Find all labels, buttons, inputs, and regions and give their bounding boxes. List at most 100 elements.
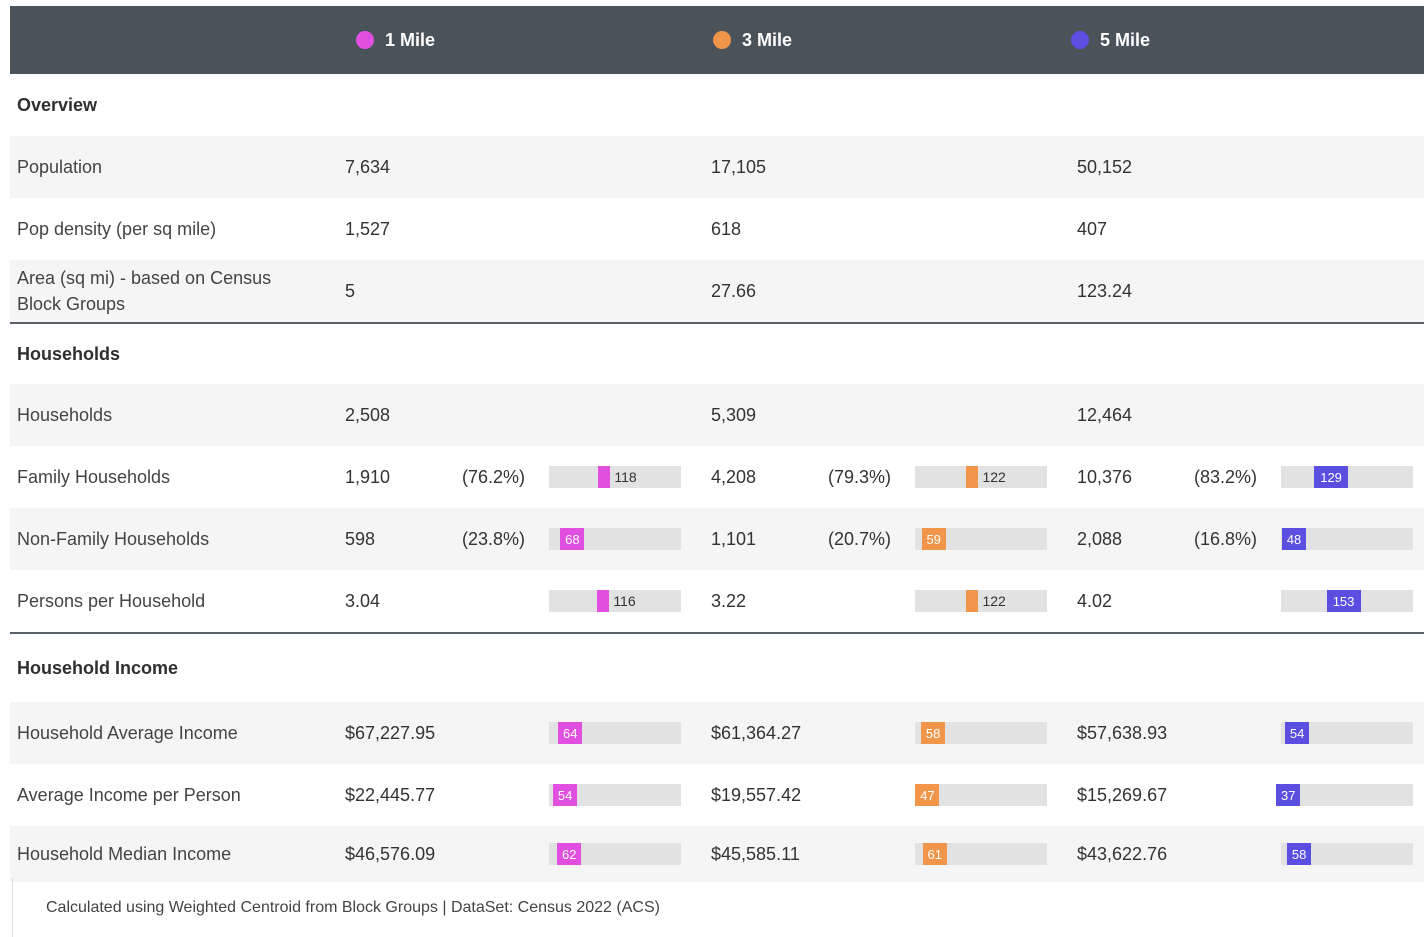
index-bar-track	[1281, 784, 1413, 806]
index-bar-track	[915, 466, 1047, 488]
index-bar-fill	[598, 466, 611, 488]
index-value: 59	[921, 528, 946, 550]
table-row: Area (sq mi) - based on Census Block Gro…	[10, 260, 1424, 322]
index-bar: 58	[915, 722, 1047, 744]
index-value: 153	[1326, 590, 1361, 612]
index-bar: 122	[915, 590, 1047, 612]
header-3-mile: 3 Mile	[713, 6, 792, 74]
table-row: Household Median Income $46,576.09 62 $45,5…	[10, 826, 1424, 882]
index-value: 58	[1287, 843, 1312, 865]
value-1-mile: 1,910	[345, 466, 391, 487]
index-bar: 61	[915, 843, 1047, 865]
value-5-mile: 2,088	[1077, 528, 1123, 549]
table-row: Population 7,634 17,105 50,152	[10, 136, 1424, 198]
value-5-mile: 50,152	[1077, 156, 1133, 177]
index-bar-fill	[966, 590, 979, 612]
index-bar: 37	[1276, 784, 1413, 806]
row-label: Population	[17, 157, 103, 177]
row-label: Pop density (per sq mile)	[17, 219, 217, 239]
header-1-mile: 1 Mile	[356, 6, 435, 74]
value-5-mile: $57,638.93	[1077, 722, 1168, 743]
index-value: 54	[1285, 722, 1310, 744]
index-value: 37	[1276, 784, 1301, 806]
section-title: Households	[17, 343, 121, 364]
index-bar: 153	[1281, 590, 1413, 612]
value-1-mile: 7,634	[345, 156, 391, 177]
index-value: 122	[982, 469, 1006, 485]
table-row: Households 2,508 5,309 12,464	[10, 384, 1424, 446]
value-5-mile: 123.24	[1077, 280, 1133, 301]
value-1-mile: $46,576.09	[345, 843, 436, 864]
legend-dot-5-mile	[1071, 31, 1089, 49]
index-bar: 54	[1281, 722, 1413, 744]
demographics-table: 1 Mile 3 Mile 5 Mile Overview Population…	[10, 6, 1424, 882]
value-3-mile: 1,101	[711, 528, 757, 549]
index-bar: 64	[549, 722, 681, 744]
header-5-mile: 5 Mile	[1071, 6, 1150, 74]
value-1-mile: $22,445.77	[345, 784, 436, 805]
index-bar: 54	[549, 784, 681, 806]
index-bar: 122	[915, 466, 1047, 488]
table-row: Pop density (per sq mile) 1,527 618 407	[10, 198, 1424, 260]
table-row: Household Average Income $67,227.95 64 $61,…	[10, 702, 1424, 764]
footer-note: Calculated using Weighted Centroid from …	[12, 878, 1413, 937]
value-3-mile: 5,309	[711, 404, 757, 425]
value-1-mile: 1,527	[345, 218, 391, 239]
section-overview: Overview	[10, 74, 1424, 136]
value-5-mile: 407	[1077, 218, 1108, 239]
value-1-mile: 3.04	[345, 590, 381, 611]
value-3-mile: $61,364.27	[711, 722, 802, 743]
index-bar-track	[915, 590, 1047, 612]
index-bar: 116	[549, 590, 681, 612]
percent-1-mile: (23.8%)	[462, 528, 526, 549]
value-1-mile: 5	[345, 280, 356, 301]
value-3-mile: 4,208	[711, 466, 757, 487]
index-bar: 58	[1281, 843, 1413, 865]
header-label: 1 Mile	[385, 29, 436, 50]
row-label: Non-Family Households	[17, 529, 210, 549]
index-value: 122	[982, 593, 1006, 609]
percent-3-mile: (79.3%)	[828, 466, 892, 487]
value-1-mile: 2,508	[345, 404, 391, 425]
index-value: 61	[922, 843, 947, 865]
header-label: 3 Mile	[742, 29, 793, 50]
index-value: 62	[557, 843, 582, 865]
table-row: Family Households 1,910 (76.2%) 118 4,208 (79…	[10, 446, 1424, 508]
value-5-mile: 12,464	[1077, 404, 1133, 425]
index-value: 116	[613, 593, 636, 609]
value-3-mile: $19,557.42	[711, 784, 802, 805]
index-bar: 118	[549, 466, 681, 488]
index-value: 54	[553, 784, 578, 806]
value-3-mile: 3.22	[711, 590, 747, 611]
percent-5-mile: (83.2%)	[1194, 466, 1258, 487]
row-label: Family Households	[17, 467, 171, 487]
percent-1-mile: (76.2%)	[462, 466, 526, 487]
percent-5-mile: (16.8%)	[1194, 528, 1258, 549]
row-label: Area (sq mi) - based on Census Block Gro…	[17, 268, 272, 314]
section-title: Household Income	[17, 657, 179, 678]
legend-dot-3-mile	[713, 31, 731, 49]
value-3-mile: 618	[711, 218, 742, 239]
table-row: Persons per Household 3.04 116 3.22 122 4.02 1…	[10, 570, 1424, 632]
header-label: 5 Mile	[1100, 29, 1151, 50]
row-label: Household Average Income	[17, 723, 238, 743]
index-value: 47	[915, 784, 940, 806]
table-row: Non-Family Households 598 (23.8%) 68 1,101 (2…	[10, 508, 1424, 570]
index-bar: 47	[915, 784, 1047, 806]
section-title: Overview	[17, 94, 98, 115]
value-5-mile: 10,376	[1077, 466, 1133, 487]
index-bar: 129	[1281, 466, 1413, 488]
row-label: Household Median Income	[17, 844, 232, 864]
index-bar: 59	[915, 528, 1047, 550]
value-3-mile: 17,105	[711, 156, 767, 177]
index-bar: 48	[1281, 528, 1413, 550]
value-1-mile: 598	[345, 528, 376, 549]
value-5-mile: $43,622.76	[1077, 843, 1168, 864]
row-label: Persons per Household	[17, 591, 206, 611]
index-bar-fill	[597, 590, 610, 612]
value-1-mile: $67,227.95	[345, 722, 436, 743]
index-value: 129	[1314, 466, 1349, 488]
section-household-income: Household Income	[10, 634, 1424, 702]
footer-text: Calculated using Weighted Centroid from …	[46, 898, 660, 916]
value-3-mile: 27.66	[711, 280, 757, 301]
